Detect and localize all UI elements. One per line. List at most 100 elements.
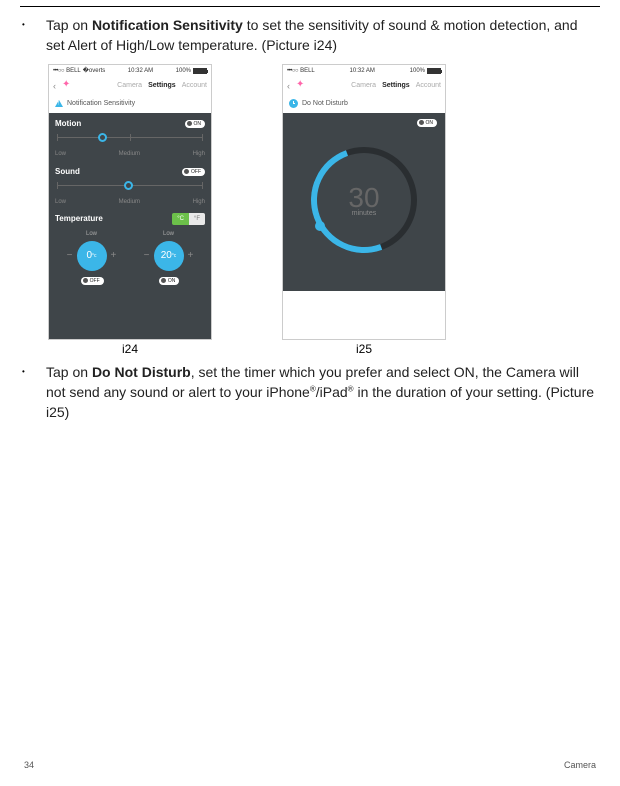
temp-dials: − 0°c + − 20°c + xyxy=(53,241,207,271)
dnd-toggle[interactable]: ON xyxy=(417,119,438,127)
temperature-section: Temperature °C °F LowLow − 0°c + xyxy=(49,209,211,285)
toggle-dot-icon xyxy=(83,278,88,283)
subhead-text: Do Not Disturb xyxy=(302,100,348,107)
toggle-dot-icon xyxy=(187,121,192,126)
b2-mid: /iPad xyxy=(316,384,348,400)
app-logo-icon xyxy=(62,81,72,91)
status-right: 100% xyxy=(176,68,207,74)
tab-camera[interactable]: Camera xyxy=(117,82,142,89)
toggle-dot-icon xyxy=(161,278,166,283)
motion-section: Motion ON LowMediumHigh xyxy=(49,113,211,161)
temp-low-toggle[interactable]: OFF xyxy=(81,277,104,285)
phone-i24: •••○○BELL�overts 10:32 AM 100% ‹ Camera … xyxy=(48,64,212,340)
plus-icon[interactable]: + xyxy=(188,250,194,261)
top-rule xyxy=(20,6,600,7)
tab-camera[interactable]: Camera xyxy=(351,82,376,89)
page-footer: 34 Camera xyxy=(0,760,620,770)
tab-account[interactable]: Account xyxy=(416,82,441,89)
tab-account[interactable]: Account xyxy=(182,82,207,89)
bullet-1: • Tap on Notification Sensitivity to set… xyxy=(20,15,600,56)
status-right: 100% xyxy=(410,68,441,74)
pointer-icon xyxy=(59,109,67,113)
caption-i24: i24 xyxy=(122,342,138,356)
battery-icon xyxy=(427,68,441,74)
temp-low-dial[interactable]: 0°c xyxy=(77,241,107,271)
motion-title: Motion xyxy=(55,119,81,128)
plus-icon[interactable]: + xyxy=(111,250,117,261)
phone-i25: •••○○BELL 10:32 AM 100% ‹ Camera Setting… xyxy=(282,64,446,340)
alert-triangle-icon xyxy=(55,100,63,107)
batt-pct: 100% xyxy=(410,68,425,74)
tab-settings[interactable]: Settings xyxy=(382,82,410,89)
app-logo-icon xyxy=(296,81,306,91)
b2-bold: Do Not Disturb xyxy=(92,364,191,380)
motion-labels: LowMediumHigh xyxy=(55,151,205,161)
sound-toggle[interactable]: OFF xyxy=(182,168,205,176)
bottom-blank xyxy=(283,291,445,339)
status-bar: •••○○BELL�overts 10:32 AM 100% xyxy=(49,65,211,77)
temp-toggles: OFF ON xyxy=(53,277,207,285)
unit-toggle[interactable]: °C °F xyxy=(172,213,205,225)
unit-c[interactable]: °C xyxy=(172,213,189,225)
top-nav: ‹ Camera Settings Account xyxy=(49,77,211,95)
bullet-2: • Tap on Do Not Disturb, set the timer w… xyxy=(20,362,600,423)
motion-on: ON xyxy=(194,121,202,127)
section-name: Camera xyxy=(564,760,596,770)
b2-pre: Tap on xyxy=(46,364,92,380)
back-chevron-icon[interactable]: ‹ xyxy=(287,81,290,91)
status-bar: •••○○BELL 10:32 AM 100% xyxy=(283,65,445,77)
temp-high-toggle[interactable]: ON xyxy=(159,277,180,285)
battery-icon xyxy=(193,68,207,74)
sound-title: Sound xyxy=(55,167,80,176)
minus-icon[interactable]: − xyxy=(144,250,150,261)
wifi-icon: �overts xyxy=(83,67,106,74)
clock-icon xyxy=(289,99,298,108)
signal-icon: •••○○ xyxy=(287,68,298,74)
caption-i25: i25 xyxy=(356,342,372,356)
dnd-body: ON 30 minutes xyxy=(283,113,445,293)
tab-settings[interactable]: Settings xyxy=(148,82,176,89)
figure-i25: •••○○BELL 10:32 AM 100% ‹ Camera Setting… xyxy=(282,64,446,356)
pointer-icon xyxy=(293,109,301,113)
bullet-dot: • xyxy=(20,362,46,423)
timer-text: 30 minutes xyxy=(311,147,417,253)
back-chevron-icon[interactable]: ‹ xyxy=(53,81,56,91)
toggle-dot-icon xyxy=(419,120,424,125)
temp-sub-labels: LowLow xyxy=(53,231,207,237)
carrier: BELL xyxy=(300,68,315,74)
figure-i24: •••○○BELL�overts 10:32 AM 100% ‹ Camera … xyxy=(48,64,212,356)
settings-body: Motion ON LowMediumHigh Sound xyxy=(49,113,211,340)
bullet-dot: • xyxy=(20,15,46,56)
carrier: BELL xyxy=(66,68,81,74)
timer-dial[interactable]: 30 minutes xyxy=(311,147,417,253)
top-nav: ‹ Camera Settings Account xyxy=(283,77,445,95)
minus-icon[interactable]: − xyxy=(67,250,73,261)
subhead-i25: Do Not Disturb xyxy=(283,95,445,113)
status-time: 10:32 AM xyxy=(350,68,375,74)
motion-slider[interactable] xyxy=(57,131,203,151)
sound-section: Sound OFF LowMediumHigh xyxy=(49,161,211,209)
timer-unit: minutes xyxy=(352,210,377,217)
subhead-i24: Notification Sensitivity xyxy=(49,95,211,113)
figures-row: •••○○BELL�overts 10:32 AM 100% ‹ Camera … xyxy=(48,64,600,356)
toggle-dot-icon xyxy=(184,169,189,174)
unit-f[interactable]: °F xyxy=(189,213,205,225)
temp-high-dial[interactable]: 20°c xyxy=(154,241,184,271)
motion-toggle[interactable]: ON xyxy=(185,120,206,128)
bullet-2-text: Tap on Do Not Disturb, set the timer whi… xyxy=(46,362,600,423)
b1-pre: Tap on xyxy=(46,17,92,33)
page-number: 34 xyxy=(24,760,34,770)
bullet-1-text: Tap on Notification Sensitivity to set t… xyxy=(46,15,600,56)
subhead-text: Notification Sensitivity xyxy=(67,100,135,107)
sound-off: OFF xyxy=(191,169,201,175)
sound-labels: LowMediumHigh xyxy=(55,199,205,209)
temp-title: Temperature xyxy=(55,214,103,223)
status-left: •••○○BELL�overts xyxy=(53,67,105,74)
dnd-on: ON xyxy=(426,120,434,126)
b1-bold: Notification Sensitivity xyxy=(92,17,243,33)
batt-pct: 100% xyxy=(176,68,191,74)
sound-slider[interactable] xyxy=(57,179,203,199)
signal-icon: •••○○ xyxy=(53,68,64,74)
status-time: 10:32 AM xyxy=(128,68,153,74)
status-left: •••○○BELL xyxy=(287,68,315,74)
